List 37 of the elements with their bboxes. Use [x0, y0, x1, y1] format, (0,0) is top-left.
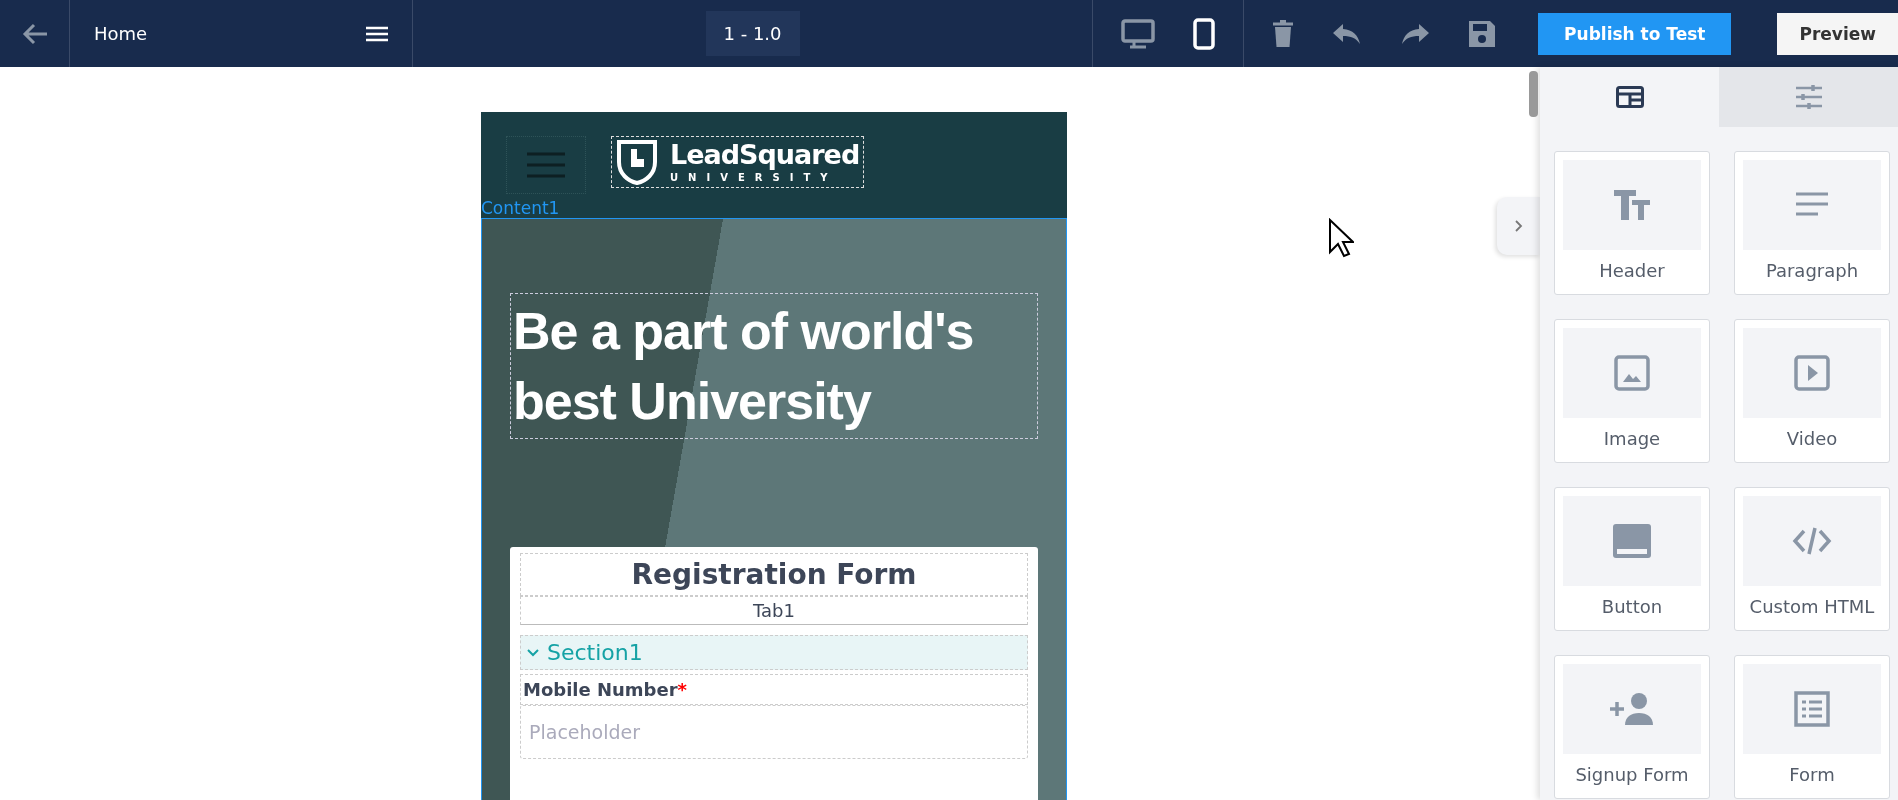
trash-icon[interactable]: [1272, 19, 1295, 48]
chevron-icon: [1515, 220, 1523, 232]
hero-heading: Be a part of world's best University: [510, 293, 1038, 439]
input-field[interactable]: Placeholder: [520, 705, 1028, 759]
preview-button[interactable]: Preview: [1777, 12, 1898, 55]
image-icon: [1614, 355, 1650, 391]
redo-icon[interactable]: [1400, 22, 1431, 45]
code-icon: [1792, 526, 1832, 556]
button-block-icon: [1612, 523, 1652, 559]
form-icon: [1794, 691, 1830, 727]
chevron-icon: [527, 648, 539, 657]
add-person-icon: [1609, 692, 1655, 726]
component-tile[interactable]: Form: [1734, 655, 1890, 799]
save-icon[interactable]: [1468, 19, 1497, 48]
university-logo: LeadSquared UNIVERSITY: [611, 136, 865, 188]
component-tile[interactable]: Header: [1554, 151, 1710, 295]
desktop-view-icon[interactable]: [1121, 18, 1156, 49]
version-label: 1 - 1.0: [705, 11, 800, 56]
page-title: Home: [94, 23, 148, 44]
scrollbar-thumb[interactable]: [1529, 71, 1538, 117]
text-size-icon: [1612, 188, 1652, 222]
layout-icon: [1615, 86, 1644, 108]
component-tile[interactable]: Video: [1734, 319, 1890, 463]
component-tile[interactable]: Custom HTML: [1734, 487, 1890, 631]
component-tile[interactable]: Signup Form: [1554, 655, 1710, 799]
sliders-icon: [1794, 84, 1823, 110]
play-icon: [1794, 355, 1830, 391]
section-label: Content1: [481, 198, 560, 218]
cursor-icon: [1328, 218, 1354, 258]
form-tab[interactable]: Tab1: [520, 596, 1028, 625]
component-tile[interactable]: Paragraph: [1734, 151, 1890, 295]
mobile-view-icon[interactable]: [1193, 17, 1216, 50]
form-title: Registration Form: [520, 553, 1028, 596]
component-tile[interactable]: Image: [1554, 319, 1710, 463]
component-tile[interactable]: Button: [1554, 487, 1710, 631]
layout-tab[interactable]: [1540, 67, 1719, 127]
paragraph-icon: [1794, 191, 1830, 219]
